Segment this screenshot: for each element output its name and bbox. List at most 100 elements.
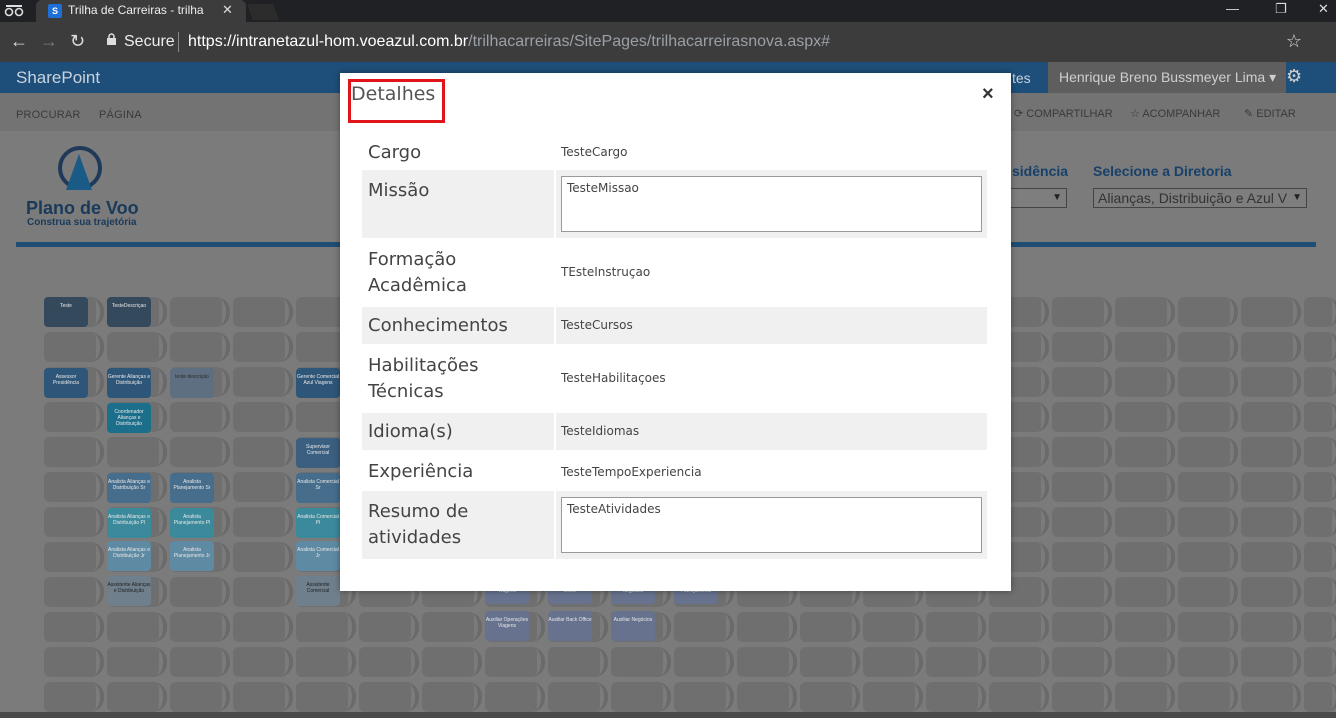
omnibox[interactable]: Secure https://intranetazul-hom.voeazul.… [96,28,1320,56]
career-box[interactable]: Gerente Alianças e Distribuição [107,368,151,398]
empty-grid-cell [1178,577,1238,607]
presidencia-select[interactable]: ▼ [1010,188,1067,208]
detail-label: Missão [368,180,430,201]
empty-grid-cell [1304,297,1332,327]
label-cell: Resumo de atividades [362,491,554,559]
empty-grid-cell [1052,507,1112,537]
sites-link-fragment[interactable]: tes [1012,70,1031,86]
new-tab-button[interactable] [247,4,279,20]
empty-grid-cell [170,577,230,607]
career-box-label: Analista Planejamento Jr [173,547,211,559]
detail-row-formacao: Formação Acadêmica TEsteInstruçao [362,243,987,305]
bookmark-star-icon[interactable]: ☆ [1286,31,1302,52]
value-cell: TesteAtividades [556,491,987,559]
empty-grid-cell [1178,437,1238,467]
empty-grid-cell [1241,612,1301,642]
value-cell: TEsteInstruçao [556,243,987,305]
career-box[interactable]: Analista Planejamento Pl [170,508,214,538]
career-box[interactable]: Analista Comercial Jr [296,541,340,571]
value-cell: TesteIdiomas [556,413,987,450]
diretoria-select[interactable]: Alianças, Distribuição e Azul V ▼ [1093,188,1307,208]
empty-grid-cell [800,612,860,642]
empty-grid-cell [1178,332,1238,362]
career-box[interactable]: Gerente Comercial Azul Viagens [296,368,340,398]
career-box[interactable]: Coordenador Alianças e Distribuição [107,403,151,433]
career-box[interactable]: Analista Planejamento Sr [170,473,214,503]
empty-grid-cell [233,682,293,712]
empty-grid-cell [1052,437,1112,467]
restore-icon[interactable]: ❐ [1275,1,1287,17]
details-modal: Detalhes × Cargo TesteCargo Missão Teste… [340,73,1011,591]
career-box[interactable]: teste descrição [170,368,214,398]
reload-icon[interactable]: ↻ [70,31,85,52]
detail-label: Cargo [368,142,422,163]
label-cell: Experiência [362,454,554,490]
resumo-textarea[interactable]: TesteAtividades [561,497,982,553]
url-text[interactable]: https://intranetazul-hom.voeazul.com.br/… [188,33,830,51]
share-button[interactable]: ⟳ COMPARTILHAR [1014,107,1113,120]
empty-grid-cell [737,682,797,712]
detail-value: TesteIdiomas [561,424,640,438]
edit-button[interactable]: ✎ EDITAR [1244,107,1296,120]
empty-grid-cell [926,647,986,677]
user-menu[interactable]: Henrique Breno Bussmeyer Lima ▾ [1048,62,1286,93]
follow-button[interactable]: ☆ ACOMPANHAR [1130,107,1220,120]
career-box[interactable]: Assistente Alianças e Distribuição [107,576,151,606]
career-box[interactable]: Analista Alianças e Distribuição Sr [107,473,151,503]
value-cell: TesteTempoExperiencia [556,454,987,490]
modal-title: Detalhes [351,83,436,105]
missao-textarea[interactable]: TesteMissao [561,176,982,232]
empty-grid-cell [548,647,608,677]
empty-grid-cell [1304,402,1332,432]
empty-grid-cell [1241,472,1301,502]
detail-label: Idioma(s) [368,421,453,442]
back-arrow-icon[interactable]: ← [10,31,28,52]
empty-grid-cell [359,612,419,642]
sharepoint-brand[interactable]: SharePoint [16,68,100,88]
value-cell: TesteCursos [556,307,987,344]
tab-close-icon[interactable]: ✕ [222,2,233,18]
gear-icon[interactable]: ⚙ [1286,66,1302,87]
empty-grid-cell [1115,542,1175,572]
star-icon: ☆ [1130,108,1140,120]
career-box[interactable]: Auxiliar Negócios [611,611,655,641]
career-box[interactable]: Analista Alianças e Distribuição Jr [107,541,151,571]
empty-grid-cell [1241,507,1301,537]
horizontal-scrollbar[interactable] [0,712,1336,718]
career-box[interactable]: Analista Planejamento Jr [170,541,214,571]
empty-grid-cell [1178,647,1238,677]
career-box[interactable]: Supervisor Comercial [296,438,340,468]
career-box[interactable]: Auxiliar Operações Viagens [485,611,529,641]
empty-grid-cell [1241,297,1301,327]
career-box-label: teste descrição [175,374,209,380]
detail-label: Resumo de atividades [368,501,469,548]
empty-grid-cell [44,402,104,432]
url-host: https://intranetazul-hom.voeazul.com.br [188,33,469,50]
detail-label: Experiência [368,461,474,482]
career-box[interactable]: Assessor Presidência [44,368,88,398]
career-box[interactable]: Analista Comercial Pl [296,508,340,538]
empty-grid-cell [485,682,545,712]
career-box[interactable]: Analista Alianças e Distribuição Pl [107,508,151,538]
forward-arrow-icon[interactable]: → [40,31,58,52]
user-name: Henrique Breno Bussmeyer Lima ▾ [1059,69,1277,85]
minimize-icon[interactable]: — [1226,1,1239,16]
detail-label: Habilitações Técnicas [368,355,479,402]
empty-grid-cell [1115,682,1175,712]
career-box[interactable]: Auxiliar Back Office [548,611,592,641]
detail-value: TesteCargo [561,145,628,159]
career-box-label: Assistente Alianças e Distribuição [107,582,151,594]
career-box[interactable]: TesteDescriçao [107,297,151,327]
empty-grid-cell [170,332,230,362]
career-box[interactable]: Analista Comercial Sr [296,473,340,503]
empty-grid-cell [1115,577,1175,607]
close-icon[interactable]: × [982,83,994,106]
tab-pagina[interactable]: PÁGINA [99,109,142,121]
career-box[interactable]: Teste [44,297,88,327]
window-close-icon[interactable]: ✕ [1318,1,1329,17]
tab-procurar[interactable]: PROCURAR [16,109,81,121]
career-box[interactable]: Assistente Comercial [296,576,340,606]
empty-grid-cell [1304,332,1332,362]
browser-tab[interactable]: S Trilha de Carreiras - trilha ✕ [36,0,246,22]
empty-grid-cell [1052,472,1112,502]
